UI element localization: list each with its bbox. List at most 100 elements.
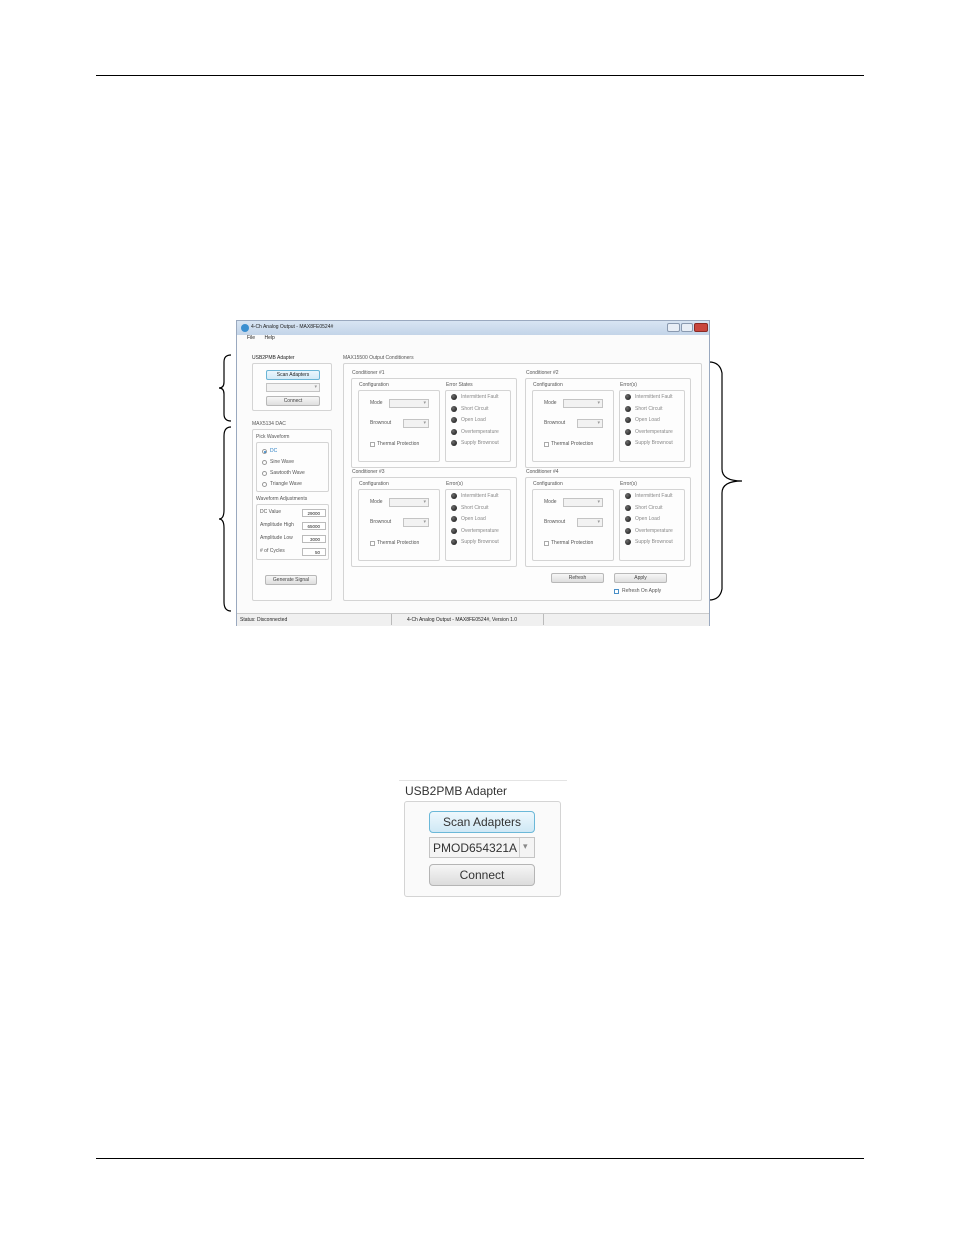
scan-adapters-button[interactable]: Scan Adapters <box>266 370 320 380</box>
thermal-protection-label: Thermal Protection <box>377 540 420 546</box>
radio-label: Sawtooth Wave <box>270 470 305 476</box>
app-icon <box>241 324 249 332</box>
status-led-icon <box>625 440 631 446</box>
right-brace-conditioners <box>708 361 743 601</box>
adjust-group: DC Value 29000 Amplitude High 65000 Ampl… <box>256 504 329 560</box>
app-window: 4-Ch Analog Output - MAX8FE0524# File He… <box>236 320 710 626</box>
amplitude-low-spinner[interactable]: 3000 <box>302 535 326 543</box>
error-label: Open Load <box>635 516 660 522</box>
error-label: Overtemperature <box>461 527 499 534</box>
brownout-select[interactable] <box>403 518 429 527</box>
zoom-connect-button[interactable]: Connect <box>429 864 535 886</box>
zoom-scan-adapters-button[interactable]: Scan Adapters <box>429 811 535 833</box>
error-label: Intermittent Fault <box>461 493 499 499</box>
status-led-icon <box>451 516 457 522</box>
adapter-group: Scan Adapters Connect <box>252 363 332 411</box>
brownout-select[interactable] <box>577 419 603 428</box>
error-label: Short Circuit <box>635 405 663 412</box>
status-divider <box>391 614 392 625</box>
thermal-protection-checkbox[interactable] <box>544 442 549 447</box>
conditioner-panel: Configuration Mode Brownout Thermal Protect… <box>351 378 517 468</box>
cycles-spinner[interactable]: 50 <box>302 548 326 556</box>
error-label: Supply Brownout <box>461 539 499 545</box>
config-group: Mode Brownout Thermal Protection <box>358 489 440 561</box>
param-label: # of Cycles <box>260 548 285 554</box>
adapter-group-title: USB2PMB Adapter <box>252 355 295 361</box>
status-led-icon <box>625 504 631 511</box>
brownout-label: Brownout <box>544 420 566 426</box>
config-title: Configuration <box>359 481 389 487</box>
status-led-icon <box>451 394 457 400</box>
mode-select[interactable] <box>389 399 429 408</box>
apply-button[interactable]: Apply <box>614 573 667 583</box>
dc-value-spinner[interactable]: 29000 <box>302 509 326 517</box>
mode-select[interactable] <box>563 399 603 408</box>
footer-rule <box>96 1158 864 1159</box>
config-title: Configuration <box>359 382 389 388</box>
thermal-protection-checkbox[interactable] <box>544 541 549 546</box>
config-title: Configuration <box>533 481 563 487</box>
refresh-on-apply-checkbox[interactable] <box>614 589 619 594</box>
errors-group: Intermittent Fault Short Circuit Open Load… <box>619 390 685 462</box>
error-label: Overtemperature <box>461 428 499 435</box>
status-text: Status: Disconnected <box>240 617 288 623</box>
status-led-icon <box>625 428 631 435</box>
radio-sawtooth[interactable] <box>262 471 267 476</box>
refresh-button[interactable]: Refresh <box>551 573 604 583</box>
errors-group: Intermittent Fault Short Circuit Open Load… <box>619 489 685 561</box>
thermal-protection-checkbox[interactable] <box>370 442 375 447</box>
title-bar[interactable]: 4-Ch Analog Output - MAX8FE0524# <box>237 321 709 335</box>
status-led-icon <box>625 493 631 499</box>
radio-label: Triangle Wave <box>270 481 302 487</box>
errors-group: Intermittent Fault Short Circuit Open Load… <box>445 390 511 462</box>
close-button[interactable] <box>694 323 708 332</box>
brownout-select[interactable] <box>403 419 429 428</box>
error-label: Supply Brownout <box>635 440 673 446</box>
chevron-down-icon: ▾ <box>523 841 528 851</box>
refresh-on-apply-label: Refresh On Apply <box>622 588 662 594</box>
menu-help[interactable]: Help <box>264 335 274 341</box>
adjust-title: Waveform Adjustments <box>256 496 308 502</box>
errors-title: Error(s) <box>620 481 637 487</box>
error-label: Short Circuit <box>461 405 489 412</box>
menu-bar: File Help <box>237 335 709 344</box>
mode-select[interactable] <box>389 498 429 507</box>
error-label: Intermittent Fault <box>635 394 673 400</box>
connect-button[interactable]: Connect <box>266 396 320 406</box>
zoom-combo-value: PMOD654321A <box>433 841 518 855</box>
radio-dc[interactable] <box>262 449 267 454</box>
conditioner-title: Conditioner #2 <box>526 370 559 376</box>
status-led-icon <box>451 405 457 412</box>
conditioner-title: Conditioner #1 <box>352 370 385 376</box>
zoom-adapter-select[interactable]: PMOD654321A ▾ <box>429 837 535 858</box>
generate-signal-button[interactable]: Generate Signal <box>265 575 317 585</box>
adapter-select[interactable] <box>266 383 320 392</box>
header-rule <box>96 75 864 76</box>
maximize-button[interactable] <box>681 323 693 332</box>
conditioner-panel: Configuration Mode Brownout Thermal Protect… <box>525 378 691 468</box>
status-led-icon <box>625 527 631 534</box>
brownout-select[interactable] <box>577 518 603 527</box>
status-led-icon <box>451 440 457 446</box>
window-title: 4-Ch Analog Output - MAX8FE0524# <box>251 324 334 330</box>
status-led-icon <box>625 516 631 522</box>
config-group: Mode Brownout Thermal Protection <box>532 489 614 561</box>
config-title: Configuration <box>533 382 563 388</box>
error-label: Short Circuit <box>461 504 489 511</box>
radio-triangle[interactable] <box>262 482 267 487</box>
radio-sine[interactable] <box>262 460 267 465</box>
status-bar: Status: Disconnected 4-Ch Analog Output … <box>237 613 709 626</box>
adapter-zoom-figure: USB2PMB Adapter Scan Adapters PMOD654321… <box>399 780 567 902</box>
status-divider <box>543 614 544 625</box>
conditioners-title: MAX15500 Output Conditioners <box>343 355 414 361</box>
error-label: Intermittent Fault <box>461 394 499 400</box>
status-led-icon <box>451 417 457 423</box>
radio-label: DC <box>270 448 278 454</box>
error-label: Overtemperature <box>635 428 673 435</box>
mode-select[interactable] <box>563 498 603 507</box>
thermal-protection-checkbox[interactable] <box>370 541 375 546</box>
menu-file[interactable]: File <box>247 335 255 341</box>
amplitude-high-spinner[interactable]: 65000 <box>302 522 326 530</box>
minimize-button[interactable] <box>667 323 680 332</box>
thermal-protection-label: Thermal Protection <box>551 441 594 447</box>
